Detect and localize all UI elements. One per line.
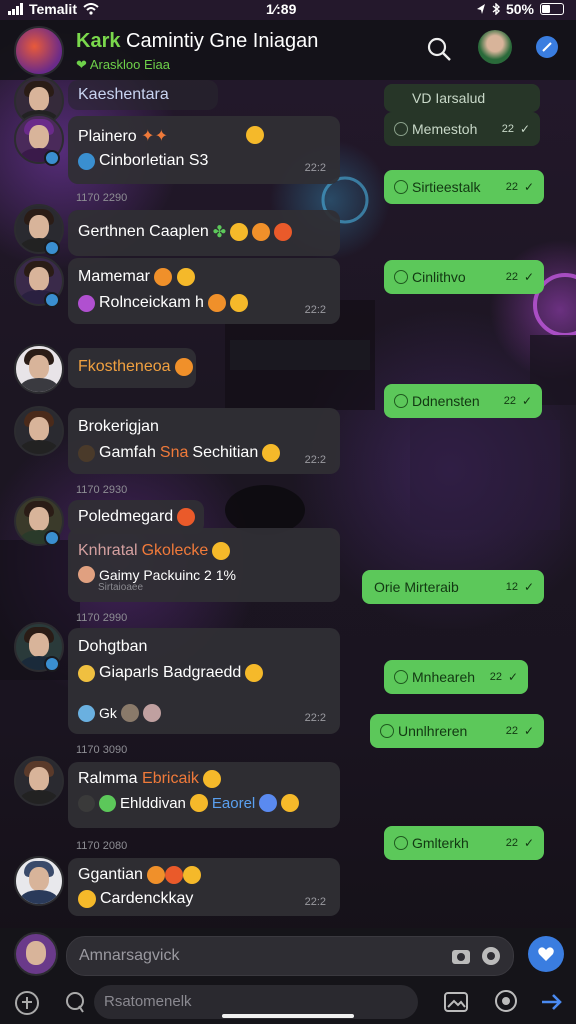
message-bubble[interactable]: Mamemar Rolnceickam h 22:2 (68, 258, 340, 324)
online-indicator (44, 240, 60, 256)
message-text: Rolnceickam h (78, 294, 248, 312)
message-text: Knhratal Gkolecke (78, 542, 231, 560)
heart-icon: ❤ (76, 57, 87, 72)
timestamp: 1170 2990 (76, 612, 128, 624)
status-bar: Temalit 1⁄:89 50% (0, 0, 576, 20)
timestamp: 1170 2930 (76, 484, 128, 496)
arrow-right-icon[interactable] (540, 992, 564, 1012)
avatar[interactable] (14, 856, 64, 906)
outgoing-message[interactable]: Mnheareh 22 ✓ (384, 660, 528, 694)
message-bubble[interactable]: Ggantian Cardenckkay 22:2 (68, 858, 340, 916)
message-text: Fkostheneoa (78, 358, 193, 376)
avatar[interactable] (14, 756, 64, 806)
avatar[interactable] (14, 406, 64, 456)
timestamp: 1170 2080 (76, 840, 128, 852)
online-indicator (44, 292, 60, 308)
gallery-icon[interactable] (444, 992, 468, 1012)
chat-header: Kark Camintiy Gne Iniagan ❤ Araskloo Eia… (0, 20, 576, 80)
sticker-icon[interactable] (14, 990, 40, 1016)
battery-percent: 50% (505, 1, 534, 17)
read-check-icon: ✓ (523, 724, 534, 738)
outgoing-message[interactable]: Cinlithvo 22 ✓ (384, 260, 544, 294)
timestamp: 1170 3090 (76, 744, 128, 756)
message-bubble[interactable]: Dohgtban Giaparls Badgraedd Gk 22:2 (68, 628, 340, 734)
outgoing-message[interactable]: VD Iarsalud (384, 84, 540, 112)
read-check-icon: ✓ (523, 580, 534, 594)
message-bubble[interactable]: Knhratal Gkolecke Gaimy Packuinc 2 1% Si… (68, 528, 340, 602)
signal-icon (8, 3, 23, 15)
message-bubble[interactable]: Plainero ✦✦ Cinborletian S3 22:2 (68, 116, 340, 184)
sender-name: Dohgtban (78, 638, 148, 655)
battery-icon (540, 3, 564, 15)
compose-button[interactable] (536, 36, 558, 58)
message-text: Gamfah Sna Sechitian (78, 444, 281, 462)
message-bubble[interactable]: Brokerigjan Gamfah Sna Sechitian 22:2 (68, 408, 340, 474)
outgoing-message[interactable]: Orie Mirteraib 12 ✓ (362, 570, 544, 604)
message-text: Ehlddivan Eaorel (78, 794, 300, 812)
bluetooth-icon (492, 3, 500, 15)
message-text: Gk (78, 704, 161, 722)
sender-name: Mamemar (78, 268, 195, 286)
message-text: Cardenckkay (78, 890, 193, 908)
wifi-icon (83, 3, 99, 15)
send-button[interactable] (528, 936, 564, 972)
read-check-icon: ✓ (523, 180, 534, 194)
sender-name: Ralmma Ebricaik (78, 770, 222, 788)
online-indicator (44, 656, 60, 672)
message-bubble[interactable]: Fkostheneoa (68, 348, 196, 388)
message-input[interactable]: Amnarsagvick (66, 936, 514, 976)
message-time: 22:2 (304, 454, 326, 466)
sender-name: Brokerigjan (78, 418, 159, 435)
record-icon[interactable] (481, 946, 501, 966)
location-pin-icon[interactable] (494, 990, 518, 1016)
home-indicator[interactable] (222, 1014, 354, 1018)
user-avatar[interactable] (14, 932, 58, 976)
outgoing-message[interactable]: Ddnensten 22 ✓ (384, 384, 542, 418)
message-text: Poledmegard (78, 508, 196, 526)
chat-title[interactable]: Kark Camintiy Gne Iniagan (76, 30, 318, 53)
location-icon (476, 4, 485, 14)
profile-avatar-button[interactable] (478, 30, 512, 64)
sender-name: Ggantian (78, 866, 202, 884)
attach-icon[interactable] (64, 990, 86, 1014)
carrier-label: Temalit (29, 1, 77, 17)
outgoing-message[interactable]: Sirtieestalk 22 ✓ (384, 170, 544, 204)
message-time: 22:2 (304, 712, 326, 724)
search-button[interactable] (426, 36, 452, 62)
pencil-icon (542, 42, 552, 52)
online-indicator (44, 150, 60, 166)
message-time: 22:2 (304, 896, 326, 908)
chat-subtitle: ❤ Araskloo Eiaa (76, 57, 171, 72)
message-bubble[interactable]: Ralmma Ebricaik Ehlddivan Eaorel (68, 762, 340, 828)
message-time: 22:2 (304, 162, 326, 174)
reaction-icon (78, 152, 95, 170)
search-icon (427, 37, 451, 61)
clock: 1⁄:89 (266, 1, 297, 17)
message-text: Gaimy Packuinc 2 1% (78, 566, 236, 583)
message-bubble[interactable]: Kaeshentara (68, 80, 218, 110)
group-avatar[interactable] (14, 26, 64, 76)
read-check-icon: ✓ (523, 836, 534, 850)
message-text: Giaparls Badgraedd (78, 664, 264, 682)
read-check-icon: ✓ (519, 122, 530, 136)
message-text: Cinborletian S3 (78, 152, 208, 170)
outgoing-message[interactable]: Gmlterkh 22 ✓ (384, 826, 544, 860)
read-check-icon: ✓ (507, 670, 518, 684)
sender-name: Kaeshentara (78, 86, 169, 103)
sender-name: Plainero ✦✦ (78, 128, 168, 145)
message-bubble[interactable]: Gerthnen Caaplen ✤ (68, 210, 340, 256)
timestamp: 1170 2290 (76, 192, 128, 204)
outgoing-message[interactable]: Unnlhreren 22 ✓ (370, 714, 544, 748)
outgoing-message[interactable]: Memestoh 22 ✓ (384, 112, 540, 146)
read-check-icon: ✓ (523, 270, 534, 284)
avatar[interactable] (14, 344, 64, 394)
online-indicator (44, 530, 60, 546)
emoji-icon (246, 126, 264, 144)
message-text: Sirtaioaee (98, 582, 144, 593)
message-text: Gerthnen Caaplen ✤ (78, 222, 293, 242)
camera-icon[interactable] (451, 947, 471, 965)
message-time: 22:2 (304, 304, 326, 316)
read-check-icon: ✓ (521, 394, 532, 408)
heart-icon (538, 947, 554, 961)
